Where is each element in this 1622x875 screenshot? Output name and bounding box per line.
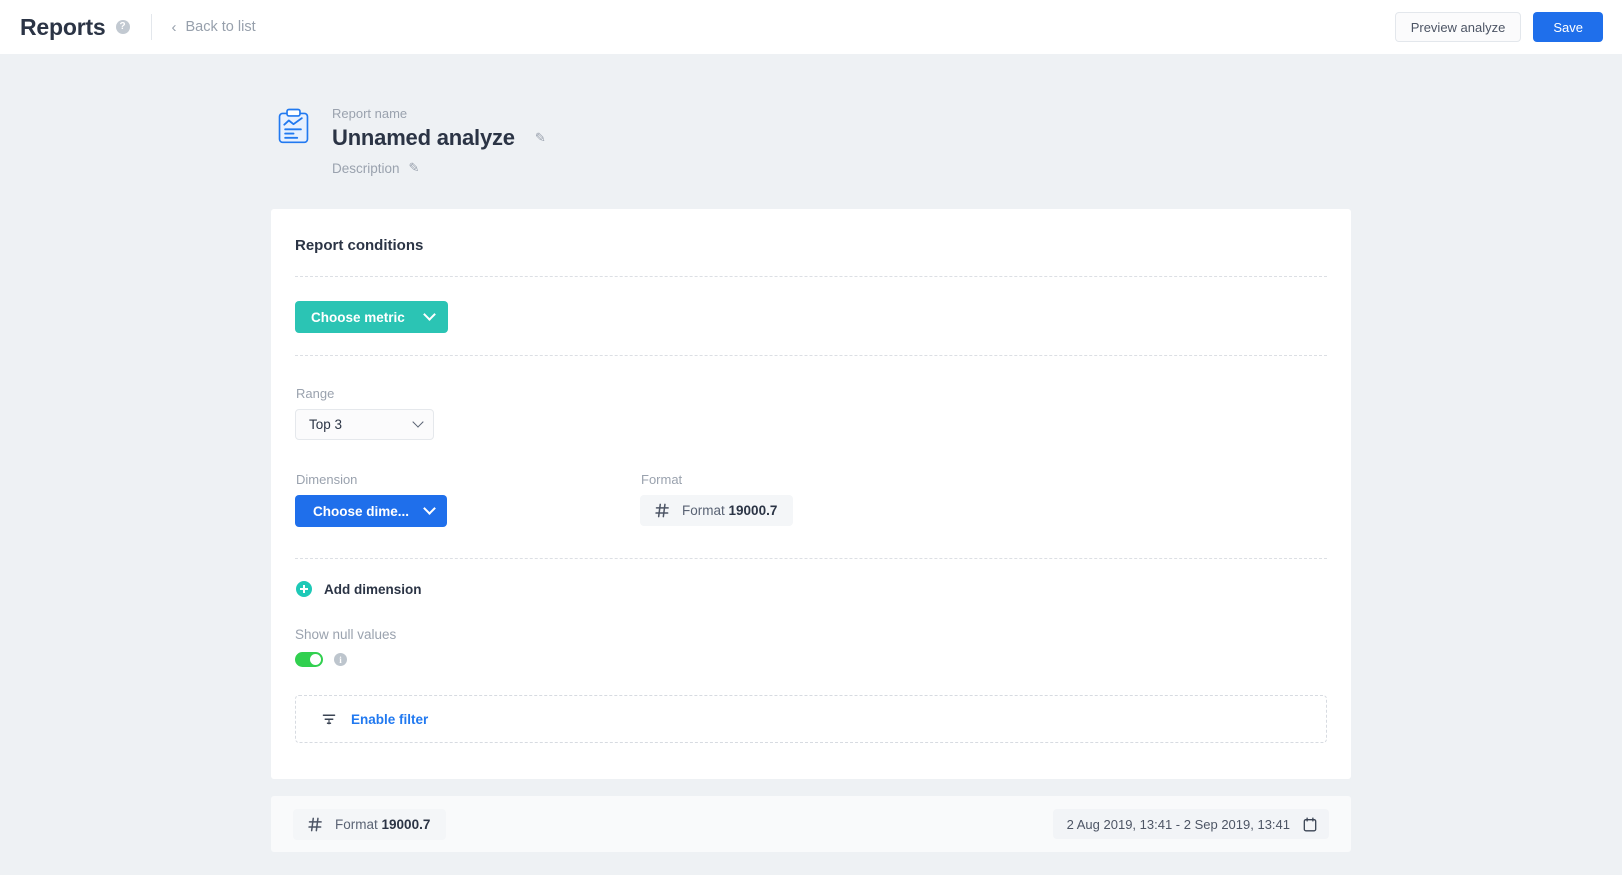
report-title: Unnamed analyze — [332, 125, 515, 150]
plus-circle-icon — [296, 581, 312, 597]
content-container: Report name Unnamed analyze ✎ Descriptio… — [271, 54, 1351, 852]
dimension-column: Dimension Choose dime... — [295, 472, 640, 527]
format-chip-text: Format 19000.7 — [682, 503, 777, 518]
report-meta: Report name Unnamed analyze ✎ Descriptio… — [332, 103, 546, 176]
page-title: Reports — [20, 13, 106, 40]
info-icon[interactable]: i — [334, 653, 347, 666]
top-bar-left: Reports ? ‹ Back to list — [20, 14, 256, 41]
back-to-list-link[interactable]: ‹ Back to list — [172, 19, 256, 35]
footer-bar: Format 19000.7 2 Aug 2019, 13:41 - 2 Sep… — [271, 796, 1351, 852]
report-header: Report name Unnamed analyze ✎ Descriptio… — [271, 54, 1351, 176]
add-dimension-button[interactable]: Add dimension — [294, 559, 422, 597]
show-null-values-row: i — [295, 652, 1328, 667]
calendar-icon — [1303, 816, 1317, 831]
add-dimension-label: Add dimension — [324, 581, 422, 597]
format-button[interactable]: Format 19000.7 — [640, 495, 794, 526]
range-section: Range Top 3 — [294, 356, 1328, 440]
choose-dimension-label: Choose dime... — [313, 503, 410, 519]
divider — [150, 14, 152, 40]
edit-title-pencil-icon[interactable]: ✎ — [535, 130, 546, 146]
footer-format-button[interactable]: Format 19000.7 — [293, 808, 447, 840]
preview-analyze-button[interactable]: Preview analyze — [1394, 12, 1522, 42]
metric-section: Choose metric — [294, 277, 1328, 333]
chevron-down-icon — [423, 501, 436, 515]
format-prefix: Format — [682, 503, 725, 518]
range-select[interactable]: Top 3 — [295, 409, 434, 440]
format-label: Format — [641, 472, 683, 487]
hash-icon — [655, 503, 669, 518]
footer-format-value: 19000.7 — [381, 816, 431, 832]
format-column: Format Format 19000.7 — [640, 472, 1328, 527]
date-range-picker[interactable]: 2 Aug 2019, 13:41 - 2 Sep 2019, 13:41 — [1052, 809, 1329, 839]
format-value: 19000.7 — [728, 503, 778, 518]
show-null-values-label: Show null values — [295, 627, 397, 642]
top-bar: Reports ? ‹ Back to list Preview analyze… — [0, 0, 1622, 54]
footer-format-prefix: Format — [335, 816, 378, 832]
back-to-list-label: Back to list — [185, 19, 256, 35]
report-title-row: Unnamed analyze ✎ — [332, 125, 546, 151]
dimension-label: Dimension — [296, 472, 358, 487]
choose-dimension-button[interactable]: Choose dime... — [295, 495, 448, 527]
report-description-row: Description ✎ — [332, 160, 546, 176]
hash-icon — [308, 817, 322, 831]
page-body: Report name Unnamed analyze ✎ Descriptio… — [0, 54, 1622, 875]
dimension-format-row: Dimension Choose dime... Format Format 1… — [294, 440, 1328, 527]
report-conditions-card: Report conditions Choose metric Range To… — [271, 209, 1351, 779]
choose-metric-label: Choose metric — [311, 309, 405, 325]
report-name-label: Report name — [332, 106, 408, 121]
date-range-value: 2 Aug 2019, 13:41 - 2 Sep 2019, 13:41 — [1066, 816, 1290, 832]
show-null-values-toggle[interactable] — [295, 652, 323, 667]
filter-panel: Enable filter — [295, 695, 1327, 743]
filter-icon — [322, 714, 336, 724]
footer-format-text: Format 19000.7 — [335, 817, 430, 832]
range-value: Top 3 — [309, 417, 343, 432]
save-button[interactable]: Save — [1533, 12, 1603, 42]
chevron-down-icon — [412, 415, 424, 428]
choose-metric-button[interactable]: Choose metric — [295, 301, 448, 333]
chevron-down-icon — [422, 307, 436, 321]
show-null-values-section: Show null values i — [294, 597, 1328, 667]
separator — [295, 558, 1327, 559]
clipboard-chart-icon — [278, 108, 309, 144]
help-icon[interactable]: ? — [115, 20, 130, 34]
chevron-left-icon: ‹ — [171, 18, 177, 36]
enable-filter-link[interactable]: Enable filter — [351, 712, 428, 727]
range-label: Range — [296, 386, 335, 401]
top-bar-right: Preview analyze Save — [1394, 12, 1603, 42]
edit-description-pencil-icon[interactable]: ✎ — [409, 160, 420, 176]
report-description-label: Description — [332, 160, 400, 176]
report-conditions-title: Report conditions — [295, 237, 424, 254]
